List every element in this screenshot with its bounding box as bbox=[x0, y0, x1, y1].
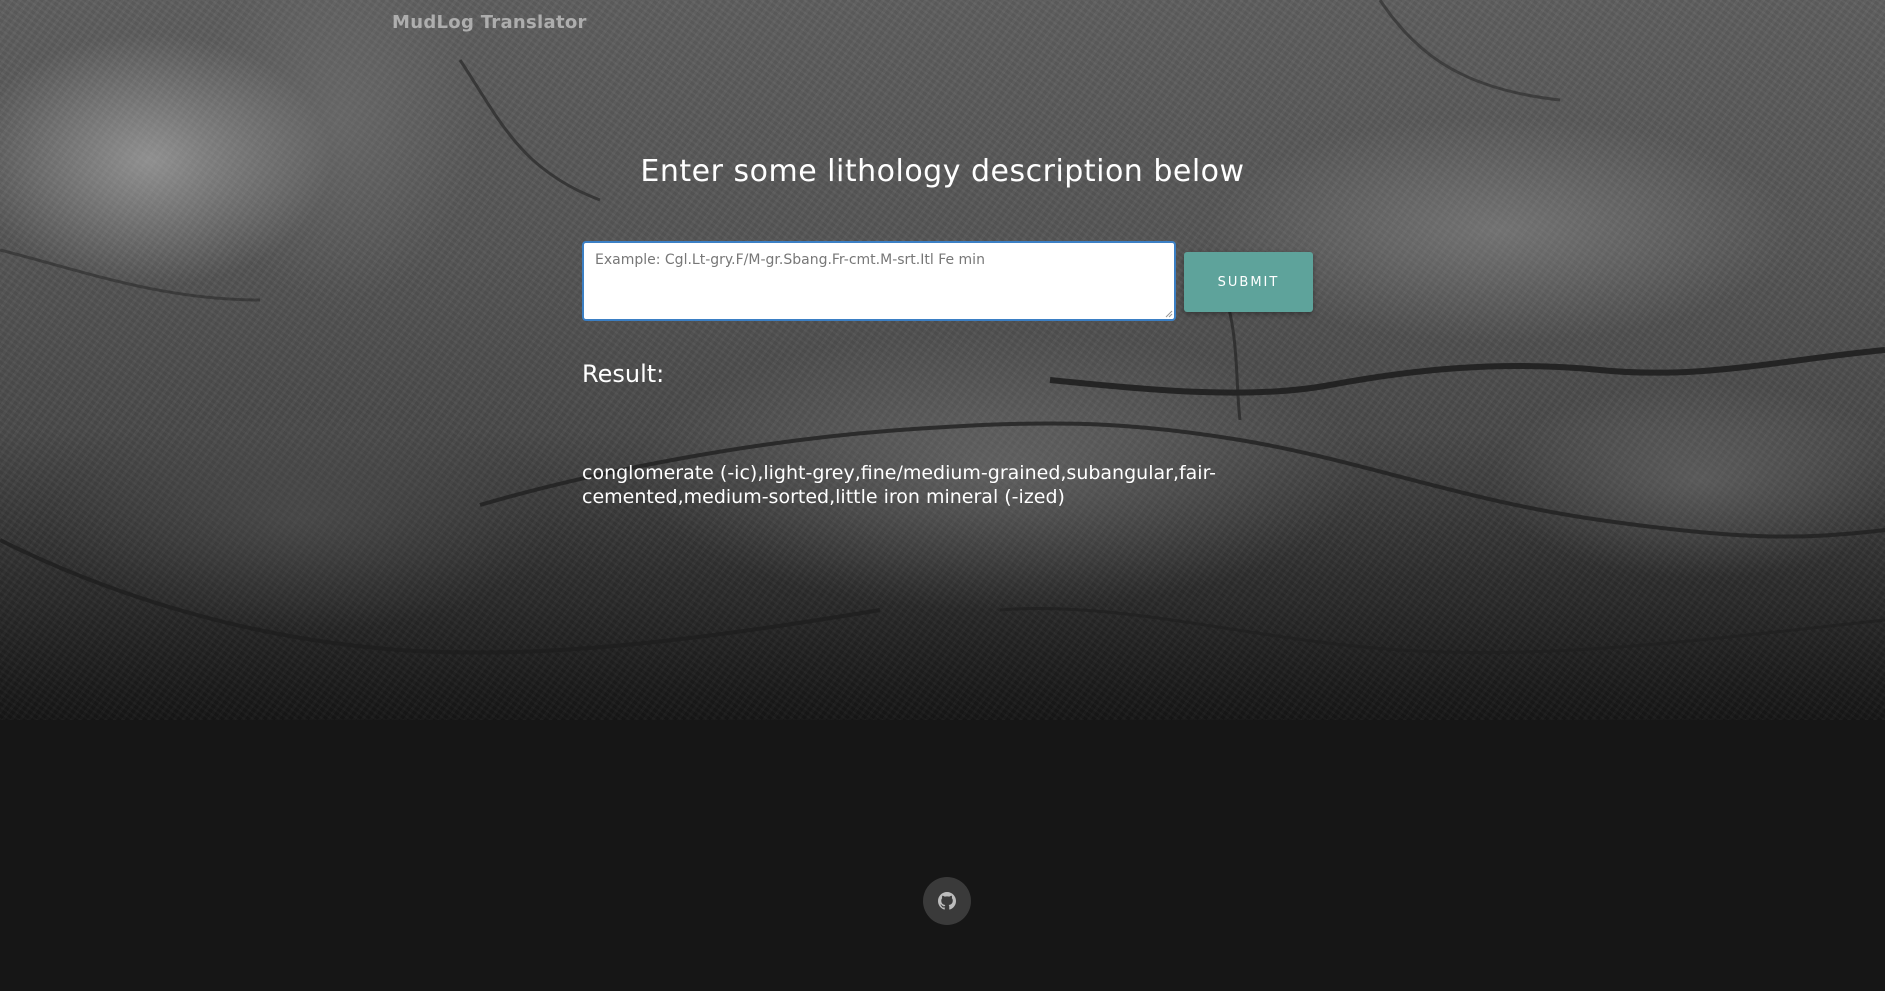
page-heading: Enter some lithology description below bbox=[640, 154, 1245, 189]
page: MudLog Translator Enter some lithology d… bbox=[0, 0, 1885, 991]
github-icon bbox=[938, 892, 956, 910]
result-text: conglomerate (-ic),light-grey,fine/mediu… bbox=[582, 462, 1217, 508]
rock-cracks-texture bbox=[0, 0, 1885, 655]
lithology-input[interactable] bbox=[582, 241, 1176, 321]
submit-button[interactable]: SUBMIT bbox=[1184, 252, 1313, 312]
rock-background-image bbox=[0, 0, 1885, 720]
brand-title[interactable]: MudLog Translator bbox=[392, 12, 587, 33]
resize-grip-icon[interactable] bbox=[1163, 308, 1173, 318]
github-link[interactable] bbox=[923, 877, 971, 925]
result-label: Result: bbox=[582, 360, 665, 388]
